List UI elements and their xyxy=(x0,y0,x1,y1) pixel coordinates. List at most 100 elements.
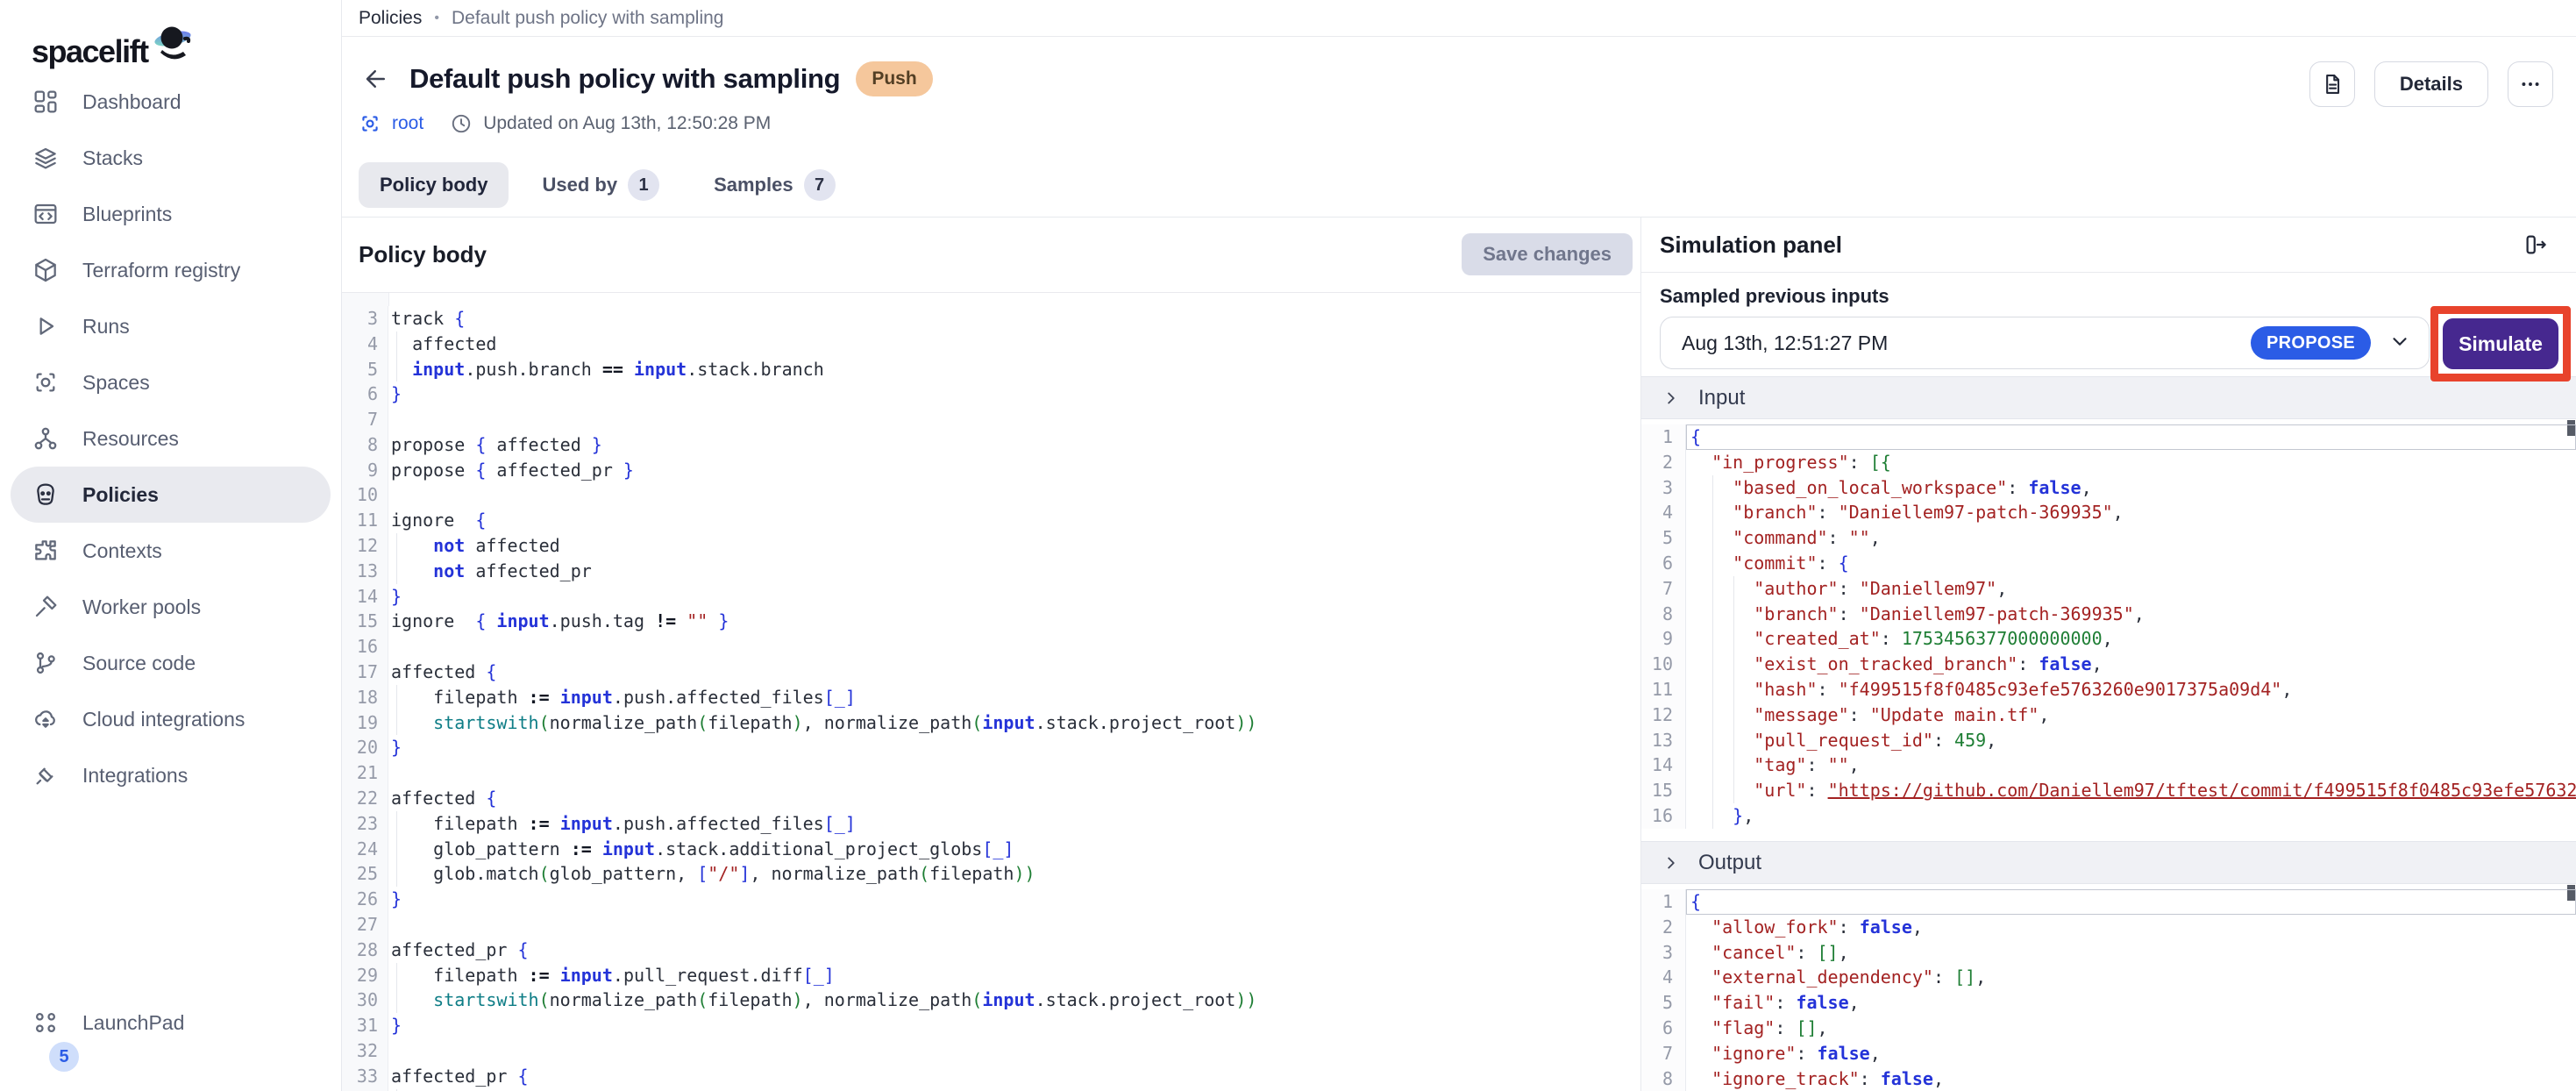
line-number: 15 xyxy=(1641,778,1686,803)
sidebar-item-worker-pools[interactable]: Worker pools xyxy=(0,579,341,635)
line-number: 9 xyxy=(1641,626,1686,652)
code-line: 11ignore { xyxy=(342,508,1640,533)
simulate-button[interactable]: Simulate xyxy=(2443,318,2558,369)
code-line: 2 "allow_fork": false, xyxy=(1641,915,2576,940)
resources-icon xyxy=(32,424,60,453)
sidebar-item-runs[interactable]: Runs xyxy=(0,298,341,354)
line-number: 2 xyxy=(1641,915,1686,940)
sidebar-item-policies[interactable]: Policies xyxy=(11,467,331,523)
line-number: 33 xyxy=(342,1064,388,1089)
code-line: 7 xyxy=(342,407,1640,432)
tab-label: Used by xyxy=(542,174,617,196)
code-text: "fail": false, xyxy=(1686,990,2576,1016)
line-number: 17 xyxy=(342,660,388,685)
sidebar-item-cloud-integrations[interactable]: Cloud integrations xyxy=(0,691,341,747)
code-text: glob.match(glob_pattern, ["/"], normaliz… xyxy=(388,861,1640,887)
tabs: Policy body Used by1Samples7 xyxy=(359,158,2576,212)
code-line: 9propose { affected_pr } xyxy=(342,458,1640,483)
output-json-editor[interactable]: 1{2 "allow_fork": false,3 "cancel": [],4… xyxy=(1641,884,2576,1091)
policy-type-badge: Push xyxy=(856,61,932,96)
code-text: "author": "Daniellem97", xyxy=(1686,576,2576,602)
updated-timestamp: Updated on Aug 13th, 12:50:28 PM xyxy=(483,113,771,134)
sidebar-item-spaces[interactable]: Spaces xyxy=(0,354,341,410)
code-line: 17affected { xyxy=(342,660,1640,685)
line-number: 32 xyxy=(342,1038,388,1064)
annotation-highlight: Simulate xyxy=(2430,306,2571,381)
sidebar-item-dashboard[interactable]: Dashboard xyxy=(0,74,341,130)
code-text xyxy=(388,482,1640,508)
launchpad-icon xyxy=(32,1009,60,1037)
code-line: 16 xyxy=(342,634,1640,660)
notification-badge[interactable]: 5 xyxy=(49,1042,79,1072)
spacelift-logo[interactable]: spacelift xyxy=(0,0,341,70)
line-number: 4 xyxy=(1641,965,1686,990)
tab-policy-body[interactable]: Policy body xyxy=(359,162,509,208)
line-number: 26 xyxy=(342,887,388,912)
spacelift-astronaut-icon xyxy=(150,24,196,70)
sidebar-item-integrations[interactable]: Integrations xyxy=(0,747,341,803)
code-line: 21 xyxy=(342,760,1640,786)
input-section-header[interactable]: Input xyxy=(1641,376,2576,419)
sidebar-item-terraform-registry[interactable]: Terraform registry xyxy=(0,242,341,298)
sidebar-item-resources[interactable]: Resources xyxy=(0,410,341,467)
tab-count-badge: 7 xyxy=(804,169,836,201)
code-text: "commit": { xyxy=(1686,551,2576,576)
code-text: "message": "Update main.tf", xyxy=(1686,702,2576,728)
sidebar-item-source-code[interactable]: Source code xyxy=(0,635,341,691)
sampled-inputs-label: Sampled previous inputs xyxy=(1660,285,2576,308)
code-line: 28affected_pr { xyxy=(342,938,1640,963)
back-button[interactable] xyxy=(359,61,394,96)
tab-used-by[interactable]: Used by1 xyxy=(521,158,680,212)
sidebar-item-label: Cloud integrations xyxy=(82,708,245,731)
line-number: 3 xyxy=(1641,475,1686,501)
code-line: 5 input.push.branch == input.stack.branc… xyxy=(342,357,1640,382)
line-number: 16 xyxy=(1641,803,1686,829)
sidebar-item-blueprints[interactable]: Blueprints xyxy=(0,186,341,242)
line-number: 25 xyxy=(342,861,388,887)
line-number: 7 xyxy=(1641,1041,1686,1066)
output-section-label: Output xyxy=(1698,851,1761,875)
line-number: 16 xyxy=(342,634,388,660)
chevron-down-icon xyxy=(2388,330,2411,357)
collapse-panel-button[interactable] xyxy=(2518,227,2553,262)
code-text: }, xyxy=(1686,803,2576,829)
page-title: Default push policy with sampling xyxy=(409,63,840,95)
document-button[interactable] xyxy=(2309,61,2355,107)
code-text: track { xyxy=(388,306,1640,332)
policy-code-editor[interactable]: 3track {4 affected5 input.push.branch ==… xyxy=(342,293,1640,1091)
code-line: 1{ xyxy=(1641,424,2576,450)
line-number: 30 xyxy=(342,988,388,1013)
tab-samples[interactable]: Samples7 xyxy=(693,158,857,212)
code-text: "cancel": [], xyxy=(1686,940,2576,966)
line-number: 9 xyxy=(342,458,388,483)
code-text: "based_on_local_workspace": false, xyxy=(1686,475,2576,501)
output-section-header[interactable]: Output xyxy=(1641,841,2576,884)
line-number: 4 xyxy=(1641,500,1686,525)
more-button[interactable] xyxy=(2508,61,2553,107)
code-text xyxy=(388,760,1640,786)
space-link[interactable]: root xyxy=(392,113,423,134)
line-number: 8 xyxy=(1641,602,1686,627)
line-number: 12 xyxy=(342,533,388,559)
code-line: 16 }, xyxy=(1641,803,2576,829)
sidebar-item-stacks[interactable]: Stacks xyxy=(0,130,341,186)
input-json-editor[interactable]: 1{2 "in_progress": [{3 "based_on_local_w… xyxy=(1641,419,2576,841)
header-actions: Details xyxy=(2309,61,2553,107)
code-text: propose { affected } xyxy=(388,432,1640,458)
breadcrumb-policies-link[interactable]: Policies xyxy=(359,8,422,29)
code-text: ignore { xyxy=(388,508,1640,533)
code-text: "branch": "Daniellem97-patch-369935", xyxy=(1686,500,2576,525)
sidebar-item-launchpad[interactable]: LaunchPad xyxy=(0,995,341,1051)
sidebar-item-contexts[interactable]: Contexts xyxy=(0,523,341,579)
code-line: 22affected { xyxy=(342,786,1640,811)
details-button[interactable]: Details xyxy=(2374,61,2488,107)
line-number: 6 xyxy=(1641,551,1686,576)
save-changes-button[interactable]: Save changes xyxy=(1462,233,1633,275)
sidebar: spacelift DashboardStacksBlueprintsTerra… xyxy=(0,0,342,1091)
sidebar-item-label: Policies xyxy=(82,483,159,507)
code-text: "hash": "f499515f8f0485c93efe5763260e901… xyxy=(1686,677,2576,702)
line-number: 8 xyxy=(1641,1066,1686,1091)
code-text: "ignore_track": false, xyxy=(1686,1066,2576,1091)
line-number: 4 xyxy=(342,332,388,357)
sampled-input-select[interactable]: Aug 13th, 12:51:27 PM PROPOSE xyxy=(1660,317,2430,369)
